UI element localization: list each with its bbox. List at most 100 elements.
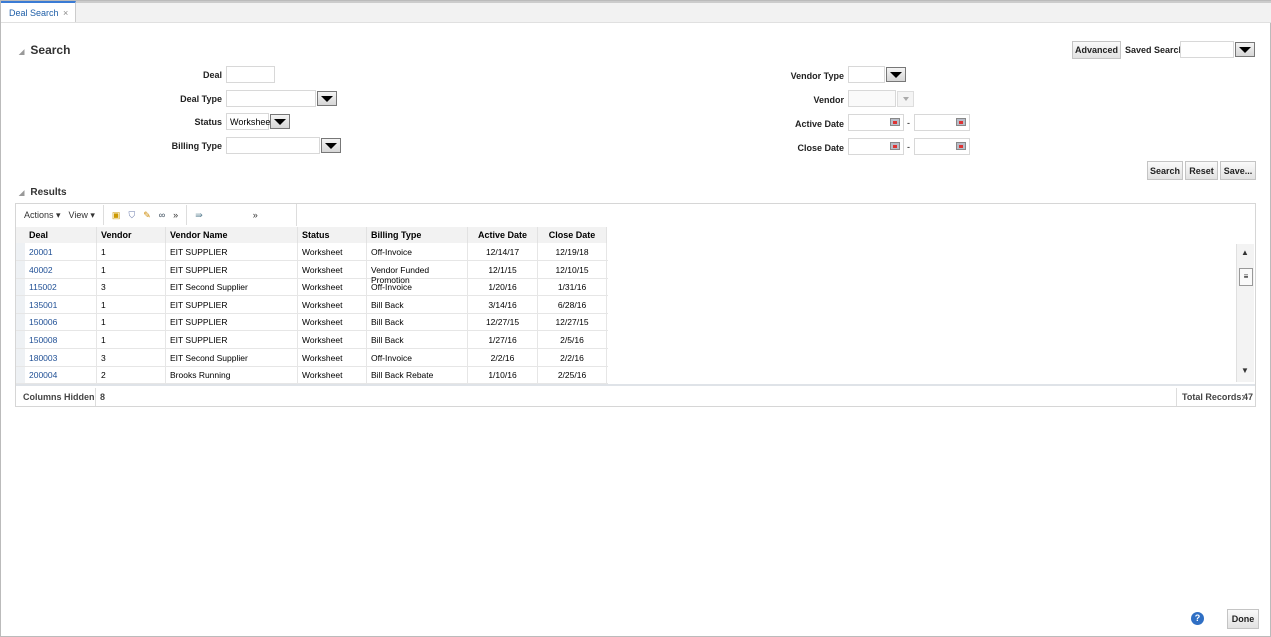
- table-cell: Worksheet: [298, 243, 367, 261]
- table-cell: 2/25/16: [538, 366, 607, 385]
- table-row[interactable]: 200004 2 Brooks Running Worksheet Bill Back …: [16, 366, 608, 385]
- scrollbar[interactable]: ▲ ≡ ▼: [1236, 244, 1254, 382]
- table-cell: Vendor Funded Promotion: [367, 260, 468, 285]
- vendor-type-select[interactable]: [848, 66, 885, 83]
- table-cell: 12/27/15: [468, 313, 538, 332]
- table-cell: 6/28/16: [538, 295, 607, 314]
- deal-type-dropdown-icon[interactable]: [317, 91, 337, 106]
- total-records-label: Total Records:: [1176, 388, 1244, 406]
- column-header[interactable]: Close Date: [538, 227, 607, 243]
- export-icon[interactable]: ⇛: [195, 210, 203, 221]
- view-menu[interactable]: View ▾: [69, 210, 95, 221]
- calendar-icon[interactable]: [890, 118, 900, 126]
- save-button[interactable]: Save...: [1220, 161, 1256, 180]
- table-cell: 1: [97, 260, 166, 279]
- deal-link[interactable]: 200004: [25, 366, 97, 385]
- add-icon[interactable]: ⛉: [128, 210, 135, 221]
- deal-link[interactable]: 150006: [25, 313, 97, 332]
- calendar-icon[interactable]: [890, 142, 900, 150]
- scroll-thumb[interactable]: ≡: [1239, 268, 1253, 286]
- table-cell: 1: [97, 243, 166, 261]
- column-header[interactable]: Active Date: [468, 227, 538, 243]
- column-header[interactable]: Vendor Name: [166, 227, 298, 243]
- deal-link[interactable]: 20001: [25, 243, 97, 261]
- status-dropdown-icon[interactable]: [270, 114, 290, 129]
- collapse-icon[interactable]: ◢: [19, 190, 24, 197]
- table-cell: 12/14/17: [468, 243, 538, 261]
- column-header[interactable]: Status: [298, 227, 367, 243]
- table-cell: 1/20/16: [468, 278, 538, 297]
- date-separator: -: [907, 118, 910, 128]
- deal-type-select[interactable]: [226, 90, 316, 107]
- table-row[interactable]: 150008 1 EIT SUPPLIER Worksheet Bill Back 1/2…: [16, 331, 608, 349]
- column-header[interactable]: Billing Type: [367, 227, 468, 243]
- calendar-icon[interactable]: [956, 118, 966, 126]
- deal-link[interactable]: 180003: [25, 348, 97, 367]
- table-row[interactable]: 115002 3 EIT Second Supplier Worksheet Off-I…: [16, 278, 608, 297]
- deal-link[interactable]: 115002: [25, 278, 97, 297]
- create-icon[interactable]: ▣: [112, 210, 121, 221]
- billing-type-label: Billing Type: [171, 141, 222, 151]
- search-button[interactable]: Search: [1147, 161, 1183, 180]
- results-toolbar: Actions ▾ View ▾ ▣ ⛉ ✎ ∞ » ⇛ »: [16, 204, 297, 226]
- table-cell: Worksheet: [298, 313, 367, 332]
- results-section-header[interactable]: ◢ Results: [19, 187, 67, 198]
- help-icon[interactable]: ?: [1191, 612, 1204, 625]
- table-cell: 1: [97, 295, 166, 314]
- table-row[interactable]: 40002 1 EIT SUPPLIER Worksheet Vendor Funded…: [16, 260, 608, 285]
- table-cell: Brooks Running: [166, 366, 298, 385]
- saved-search-select[interactable]: [1180, 41, 1234, 58]
- results-panel: Actions ▾ View ▾ ▣ ⛉ ✎ ∞ » ⇛ » Deal Vendo…: [15, 203, 1256, 407]
- edit-icon[interactable]: ✎: [143, 210, 151, 221]
- table-cell: Off-Invoice: [367, 348, 468, 367]
- table-cell: Off-Invoice: [367, 278, 468, 297]
- table-row[interactable]: 180003 3 EIT Second Supplier Worksheet Off-I…: [16, 348, 608, 367]
- close-icon[interactable]: ×: [63, 8, 68, 18]
- column-header[interactable]: Deal: [25, 227, 97, 243]
- table-cell: Worksheet: [298, 331, 367, 349]
- total-records-count: 47: [1243, 392, 1254, 402]
- vendor-dropdown-icon: [897, 91, 914, 107]
- vendor-type-dropdown-icon[interactable]: [886, 67, 906, 82]
- table-cell: Worksheet: [298, 366, 367, 385]
- calendar-icon[interactable]: [956, 142, 966, 150]
- tab-deal-search[interactable]: Deal Search ×: [1, 1, 76, 22]
- deal-link[interactable]: 135001: [25, 295, 97, 314]
- view-icon[interactable]: ∞: [159, 210, 165, 220]
- close-date-label: Close Date: [797, 143, 844, 153]
- table-cell: EIT SUPPLIER: [166, 331, 298, 349]
- deal-type-label: Deal Type: [180, 94, 222, 104]
- table-cell: EIT SUPPLIER: [166, 313, 298, 332]
- saved-search-dropdown-icon[interactable]: [1235, 42, 1255, 57]
- table-cell: Off-Invoice: [367, 243, 468, 261]
- table-cell: 2/5/16: [538, 331, 607, 349]
- deal-input[interactable]: [226, 66, 275, 83]
- status-select[interactable]: Worksheet: [226, 113, 273, 130]
- billing-type-dropdown-icon[interactable]: [321, 138, 341, 153]
- date-separator: -: [907, 142, 910, 152]
- table-cell: 3: [97, 348, 166, 367]
- collapse-icon[interactable]: ◢: [19, 49, 24, 56]
- deal-link[interactable]: 150008: [25, 331, 97, 349]
- table-cell: 12/27/15: [538, 313, 607, 332]
- reset-button[interactable]: Reset: [1185, 161, 1218, 180]
- search-section-header[interactable]: ◢ Search: [19, 43, 70, 57]
- table-row[interactable]: 20001 1 EIT SUPPLIER Worksheet Off-Invoice 12…: [16, 243, 608, 261]
- table-row[interactable]: 150006 1 EIT SUPPLIER Worksheet Bill Back 12/…: [16, 313, 608, 332]
- table-row[interactable]: 135001 1 EIT SUPPLIER Worksheet Bill Back 3/1…: [16, 295, 608, 314]
- results-title: Results: [30, 187, 67, 198]
- tab-label: Deal Search: [9, 8, 59, 18]
- table-cell: 2/2/16: [468, 348, 538, 367]
- deal-link[interactable]: 40002: [25, 260, 97, 279]
- advanced-button[interactable]: Advanced: [1072, 41, 1121, 59]
- columns-hidden-count[interactable]: 8: [95, 388, 105, 406]
- scroll-down-icon[interactable]: ▼: [1241, 366, 1249, 375]
- overflow-icon[interactable]: »: [173, 210, 178, 220]
- actions-menu[interactable]: Actions ▾: [24, 210, 61, 221]
- billing-type-select[interactable]: [226, 137, 320, 154]
- divider: [186, 205, 188, 225]
- overflow-icon[interactable]: »: [253, 210, 258, 220]
- done-button[interactable]: Done: [1227, 609, 1259, 629]
- scroll-up-icon[interactable]: ▲: [1241, 248, 1249, 257]
- column-header[interactable]: Vendor: [97, 227, 166, 243]
